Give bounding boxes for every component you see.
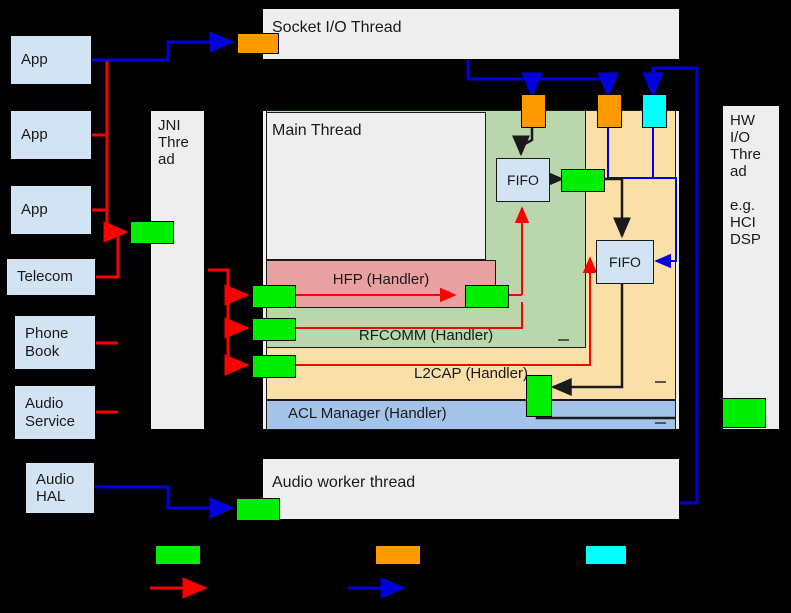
queue-marker-acl-in bbox=[526, 375, 552, 417]
fifo-box-l2cap: FIFO bbox=[596, 240, 654, 284]
protocol-label-l2cap: L2CAP (Handler) bbox=[414, 365, 528, 382]
client-label: Phone Book bbox=[25, 325, 69, 360]
thread-label-jni: JNI Thre ad bbox=[158, 117, 189, 168]
thread-label-main: Main Thread bbox=[272, 122, 362, 139]
queue-marker-hfp-out bbox=[465, 285, 509, 308]
queue-marker-hw-io bbox=[722, 398, 766, 428]
thread-label-audio-worker: Audio worker thread bbox=[272, 474, 416, 491]
fifo-box-rfcomm: FIFO bbox=[496, 158, 550, 202]
client-label: Audio HAL bbox=[36, 470, 75, 505]
socket-marker-socket-io-in bbox=[237, 33, 279, 54]
diagram-canvas: App App App Telecom Phone Book Audio Ser… bbox=[0, 0, 791, 613]
socket-marker-rfcomm bbox=[521, 94, 546, 128]
socket-marker-l2cap bbox=[597, 94, 622, 128]
minimize-dash-acl bbox=[655, 422, 666, 424]
socket-marker-cyan-l2cap bbox=[642, 94, 667, 128]
client-label: App bbox=[21, 201, 48, 219]
legend-orange-swatch bbox=[375, 545, 421, 565]
queue-marker-audio-worker-in bbox=[236, 498, 280, 521]
protocol-label-hfp: HFP (Handler) bbox=[332, 271, 430, 288]
protocol-label-rfcomm: RFCOMM (Handler) bbox=[358, 327, 494, 344]
thread-label-socket-io: Socket I/O Thread bbox=[272, 19, 402, 36]
queue-marker-l2cap-in bbox=[252, 355, 296, 378]
queue-marker-rfcomm-in bbox=[252, 318, 296, 341]
legend-cyan-swatch bbox=[585, 545, 627, 565]
thread-label-hw-io: HW I/O Thre ad e.g. HCI DSP bbox=[730, 112, 761, 248]
client-box-app-1: App bbox=[10, 35, 92, 85]
queue-marker-hfp-in bbox=[252, 285, 296, 308]
fifo-label: FIFO bbox=[507, 172, 539, 188]
client-box-phone-book: Phone Book bbox=[14, 315, 96, 370]
minimize-dash-rfcomm bbox=[558, 339, 569, 341]
queue-marker-fifo1-out bbox=[561, 169, 605, 192]
client-box-app-3: App bbox=[10, 185, 92, 235]
client-label: App bbox=[21, 51, 48, 69]
client-label: Audio Service bbox=[25, 395, 76, 430]
queue-marker-jni-in bbox=[130, 221, 174, 244]
client-label: Telecom bbox=[17, 268, 73, 286]
client-label: App bbox=[21, 126, 48, 144]
client-box-audio-hal: Audio HAL bbox=[25, 462, 95, 514]
client-box-app-2: App bbox=[10, 110, 92, 160]
minimize-dash-l2cap bbox=[655, 381, 666, 383]
legend-green-swatch bbox=[155, 545, 201, 565]
client-box-telecom: Telecom bbox=[6, 258, 96, 296]
fifo-label: FIFO bbox=[609, 254, 641, 270]
protocol-label-acl: ACL Manager (Handler) bbox=[288, 405, 447, 422]
client-box-audio-service: Audio Service bbox=[14, 385, 96, 440]
